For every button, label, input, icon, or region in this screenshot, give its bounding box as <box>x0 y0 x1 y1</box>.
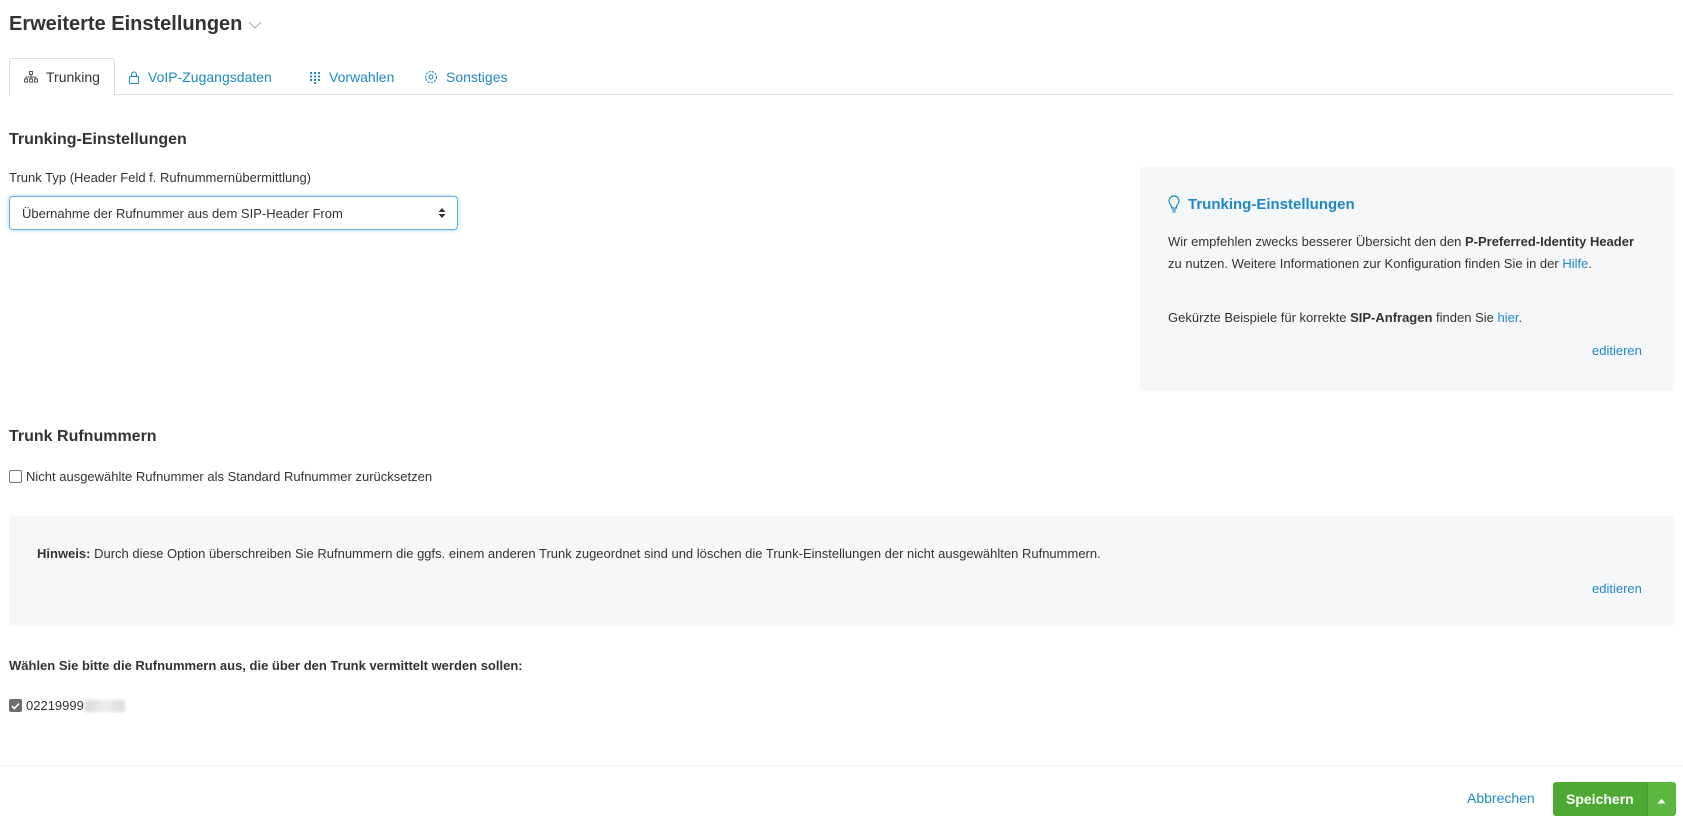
lock-icon <box>128 70 140 84</box>
sitemap-icon <box>24 71 38 83</box>
hint-panel: Hinweis: Durch diese Option überschreibe… <box>9 516 1674 626</box>
info-panel-title-text: Trunking-Einstellungen <box>1188 195 1355 213</box>
page-title: Erweiterte Einstellungen <box>9 13 262 36</box>
tab-vorwahlen-label: Vorwahlen <box>329 69 395 85</box>
number-list-item: 02219999 <box>9 698 125 713</box>
trunking-heading: Trunking-Einstellungen <box>9 131 187 148</box>
tab-sonstiges-label: Sonstiges <box>446 69 508 85</box>
info-p2-bold: SIP-Anfragen <box>1350 310 1433 325</box>
tab-voip-label: VoIP-Zugangsdaten <box>148 69 272 85</box>
info-p2-text: Gekürzte Beispiele für korrekte <box>1168 310 1351 325</box>
hint-text: Hinweis: Durch diese Option überschreibe… <box>37 546 1101 561</box>
info-edit-link[interactable]: editieren <box>1592 343 1642 358</box>
trunk-type-select[interactable]: Übernahme der Rufnummer aus dem SIP-Head… <box>9 196 458 230</box>
info-panel: Trunking-Einstellungen Wir empfehlen zwe… <box>1140 167 1674 391</box>
footer-divider <box>0 766 1683 767</box>
info-p2-end: . <box>1518 310 1523 325</box>
info-paragraph-2: Gekürzte Beispiele für korrekte SIP-Anfr… <box>1168 307 1638 329</box>
phone-number: 02219999 <box>26 698 84 713</box>
choose-numbers-label: Wählen Sie bitte die Rufnummern aus, die… <box>9 658 523 673</box>
trunk-numbers-heading: Trunk Rufnummern <box>9 428 157 445</box>
page-title-text: Erweiterte Einstellungen <box>9 13 243 35</box>
select-arrows-icon <box>438 207 446 222</box>
lightbulb-icon <box>1168 195 1180 213</box>
hint-bold: Hinweis: <box>37 546 91 561</box>
caret-up-icon <box>1657 791 1666 807</box>
info-p1-bold: P-Preferred-Identity Header <box>1464 234 1635 249</box>
info-p2-mid: finden Sie <box>1432 310 1498 325</box>
cancel-button[interactable]: Abbrechen <box>1467 790 1535 806</box>
info-panel-title: Trunking-Einstellungen <box>1168 195 1355 213</box>
redacted-number-part <box>84 699 125 712</box>
info-p1-end: . <box>1588 256 1592 271</box>
tab-trunking-label: Trunking <box>46 69 100 85</box>
tab-voip-zugangsdaten[interactable]: VoIP-Zugangsdaten <box>114 58 286 96</box>
save-dropdown-toggle[interactable] <box>1646 782 1676 816</box>
reset-number-option: Nicht ausgewählte Rufnummer als Standard… <box>9 469 432 484</box>
tab-sonstiges[interactable]: Sonstiges <box>410 58 521 96</box>
keypad-icon <box>309 71 321 84</box>
trunk-type-select-value: Übernahme der Rufnummer aus dem SIP-Head… <box>22 205 343 221</box>
trunk-type-label: Trunk Typ (Header Feld f. Rufnummernüber… <box>9 170 312 185</box>
hint-body: Durch diese Option überschreiben Sie Ruf… <box>90 546 1101 561</box>
info-p1-post: zu nutzen. Weitere Informationen zur Kon… <box>1168 256 1563 271</box>
here-link[interactable]: hier <box>1497 310 1518 325</box>
save-button[interactable]: Speichern <box>1553 782 1647 816</box>
info-p1-text: Wir empfehlen zwecks besserer Übersicht … <box>1168 234 1465 249</box>
reset-number-checkbox[interactable] <box>9 470 22 483</box>
reset-number-label: Nicht ausgewählte Rufnummer als Standard… <box>26 469 433 484</box>
number-checkbox[interactable] <box>9 699 22 712</box>
save-button-group: Speichern <box>1553 782 1676 816</box>
tab-trunking[interactable]: Trunking <box>9 58 115 96</box>
help-link[interactable]: Hilfe <box>1562 256 1588 271</box>
info-paragraph-1: Wir empfehlen zwecks besserer Übersicht … <box>1168 231 1638 275</box>
gear-icon <box>424 70 438 84</box>
chevron-down-icon[interactable] <box>248 20 262 30</box>
hint-edit-link[interactable]: editieren <box>1592 581 1642 596</box>
tab-bar: Trunking VoIP-Zugangsdaten Vorwahlen Son… <box>9 58 1674 96</box>
tab-vorwahlen[interactable]: Vorwahlen <box>295 58 408 96</box>
